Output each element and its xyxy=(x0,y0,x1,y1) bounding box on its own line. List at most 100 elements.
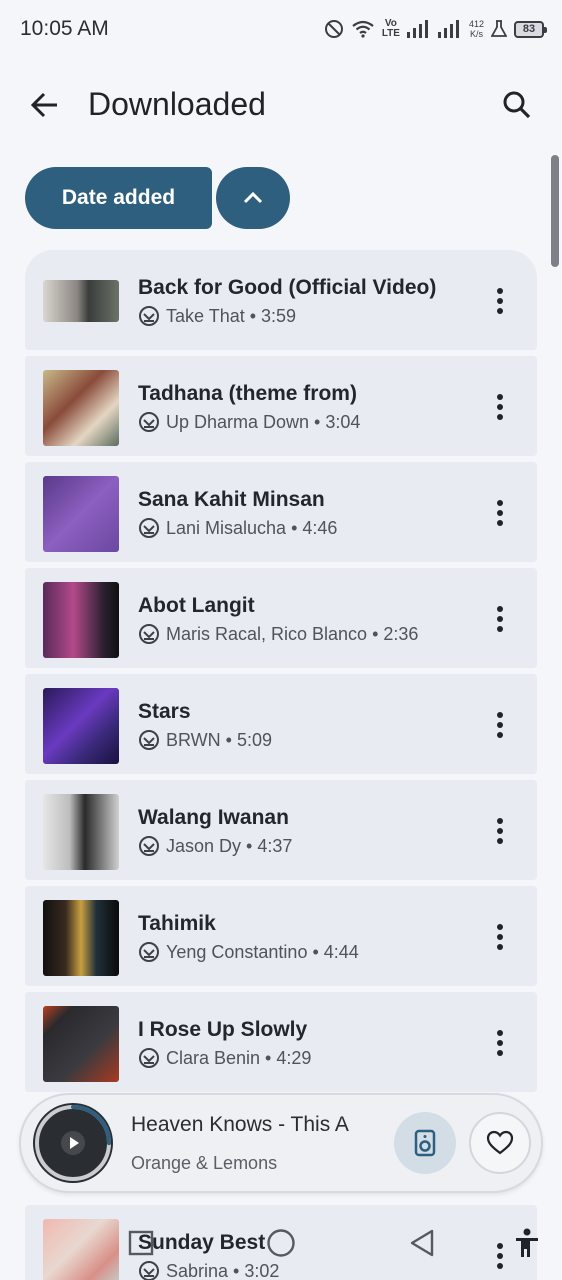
album-art xyxy=(43,280,119,322)
more-options-button[interactable] xyxy=(487,816,513,846)
song-title: Stars xyxy=(138,700,191,723)
system-navigation-bar xyxy=(0,1215,562,1275)
song-meta: BRWN • 5:09 xyxy=(166,729,273,750)
song-title: Tadhana (theme from) xyxy=(138,382,357,405)
song-row[interactable]: Abot Langit Maris Racal, Rico Blanco • 2… xyxy=(25,568,537,668)
song-title: I Rose Up Slowly xyxy=(138,1018,308,1041)
song-title: Back for Good (Official Video) xyxy=(138,276,437,299)
play-icon[interactable] xyxy=(60,1130,86,1156)
screen: 10:05 AM Vo LTE 412 K/s 83 Downloaded Date… xyxy=(0,0,562,1280)
net-speed-unit: K/s xyxy=(469,29,483,39)
more-options-button[interactable] xyxy=(487,604,513,634)
battery-indicator: 83 xyxy=(514,20,547,38)
volte-indicator: Vo LTE xyxy=(382,19,400,39)
song-row[interactable]: Tahimik Yeng Constantino • 4:44 xyxy=(25,886,537,986)
song-meta: Clara Benin • 4:29 xyxy=(166,1047,312,1068)
song-meta: Up Dharma Down • 3:04 xyxy=(166,411,361,432)
status-bar: 10:05 AM Vo LTE 412 K/s 83 xyxy=(0,0,562,58)
album-art xyxy=(43,1006,119,1082)
like-button[interactable] xyxy=(469,1112,531,1174)
song-subtitle: Take That • 3:59 xyxy=(138,305,296,327)
downloaded-icon xyxy=(139,836,159,856)
song-title: Tahimik xyxy=(138,912,216,935)
wifi-icon xyxy=(352,20,374,38)
downloaded-icon xyxy=(139,730,159,750)
downloaded-icon xyxy=(139,1048,159,1068)
chevron-up-icon xyxy=(243,191,263,204)
arrow-back-icon xyxy=(30,92,57,118)
scrollbar-thumb[interactable] xyxy=(551,155,559,267)
downloaded-icon xyxy=(139,942,159,962)
page-title: Downloaded xyxy=(88,86,266,122)
player-artist: Orange & Lemons xyxy=(131,1153,278,1173)
more-vert-icon xyxy=(497,394,503,420)
net-speed: 412 K/s xyxy=(469,19,484,39)
search-icon xyxy=(503,91,531,119)
home-icon[interactable] xyxy=(266,1228,296,1258)
song-meta: Yeng Constantino • 4:44 xyxy=(166,941,359,962)
net-speed-value: 412 xyxy=(468,19,484,29)
song-meta: Maris Racal, Rico Blanco • 2:36 xyxy=(166,623,419,644)
speaker-icon xyxy=(414,1129,436,1157)
more-vert-icon xyxy=(497,288,503,314)
song-subtitle: BRWN • 5:09 xyxy=(138,729,272,751)
album-art xyxy=(43,582,119,658)
song-title: Sana Kahit Minsan xyxy=(138,488,325,511)
more-options-button[interactable] xyxy=(487,498,513,528)
app-bar: Downloaded xyxy=(0,66,562,146)
song-subtitle: Up Dharma Down • 3:04 xyxy=(138,411,360,433)
downloaded-icon xyxy=(139,306,159,326)
song-subtitle: Yeng Constantino • 4:44 xyxy=(138,941,359,963)
song-title: Abot Langit xyxy=(138,594,255,617)
more-vert-icon xyxy=(497,712,503,738)
song-subtitle: Lani Misalucha • 4:46 xyxy=(138,517,337,539)
output-device-button[interactable] xyxy=(394,1112,456,1174)
album-art xyxy=(43,794,119,870)
back-button[interactable] xyxy=(24,84,66,126)
downloaded-icon xyxy=(139,518,159,538)
album-art xyxy=(43,370,119,446)
more-vert-icon xyxy=(497,818,503,844)
song-list: Back for Good (Official Video) Take That… xyxy=(25,250,537,1098)
album-art xyxy=(43,688,119,764)
accessibility-icon[interactable] xyxy=(514,1228,540,1258)
song-subtitle: Jason Dy • 4:37 xyxy=(138,835,292,857)
more-options-button[interactable] xyxy=(487,392,513,422)
song-meta: Take That • 3:59 xyxy=(166,305,297,326)
song-subtitle: Maris Racal, Rico Blanco • 2:36 xyxy=(138,623,418,645)
player-album-art[interactable] xyxy=(33,1103,113,1183)
song-row[interactable]: Stars BRWN • 5:09 xyxy=(25,674,537,774)
album-art xyxy=(43,900,119,976)
do-not-disturb-icon xyxy=(324,20,343,38)
volte-lte: LTE xyxy=(381,28,400,39)
signal-icon xyxy=(406,20,428,38)
back-nav-icon[interactable] xyxy=(408,1228,436,1258)
status-icons: Vo LTE 412 K/s 83 xyxy=(324,14,547,44)
sort-by-button[interactable]: Date added xyxy=(25,167,212,229)
recents-icon[interactable] xyxy=(128,1230,154,1256)
song-row[interactable]: Sana Kahit Minsan Lani Misalucha • 4:46 xyxy=(25,462,537,562)
signal-2-icon xyxy=(437,20,459,38)
song-row[interactable]: Walang Iwanan Jason Dy • 4:37 xyxy=(25,780,537,880)
downloaded-icon xyxy=(139,624,159,644)
more-options-button[interactable] xyxy=(487,286,513,316)
song-row[interactable]: I Rose Up Slowly Clara Benin • 4:29 xyxy=(25,992,537,1092)
flask-icon xyxy=(491,20,507,37)
battery-level: 83 xyxy=(522,23,536,35)
song-title: Walang Iwanan xyxy=(138,806,289,829)
more-options-button[interactable] xyxy=(487,710,513,740)
more-vert-icon xyxy=(497,606,503,632)
album-art xyxy=(43,476,119,552)
mini-player[interactable]: Heaven Knows - This A Orange & Lemons xyxy=(19,1093,543,1193)
song-row[interactable]: Back for Good (Official Video) Take That… xyxy=(25,250,537,350)
more-vert-icon xyxy=(497,500,503,526)
heart-icon xyxy=(486,1130,514,1155)
sort-order-button[interactable] xyxy=(216,167,290,229)
more-vert-icon xyxy=(497,1030,503,1056)
search-button[interactable] xyxy=(496,84,538,126)
more-options-button[interactable] xyxy=(487,922,513,952)
more-options-button[interactable] xyxy=(487,1028,513,1058)
song-meta: Lani Misalucha • 4:46 xyxy=(166,517,338,538)
song-row[interactable]: Tadhana (theme from) Up Dharma Down • 3:… xyxy=(25,356,537,456)
status-time: 10:05 AM xyxy=(20,17,109,40)
